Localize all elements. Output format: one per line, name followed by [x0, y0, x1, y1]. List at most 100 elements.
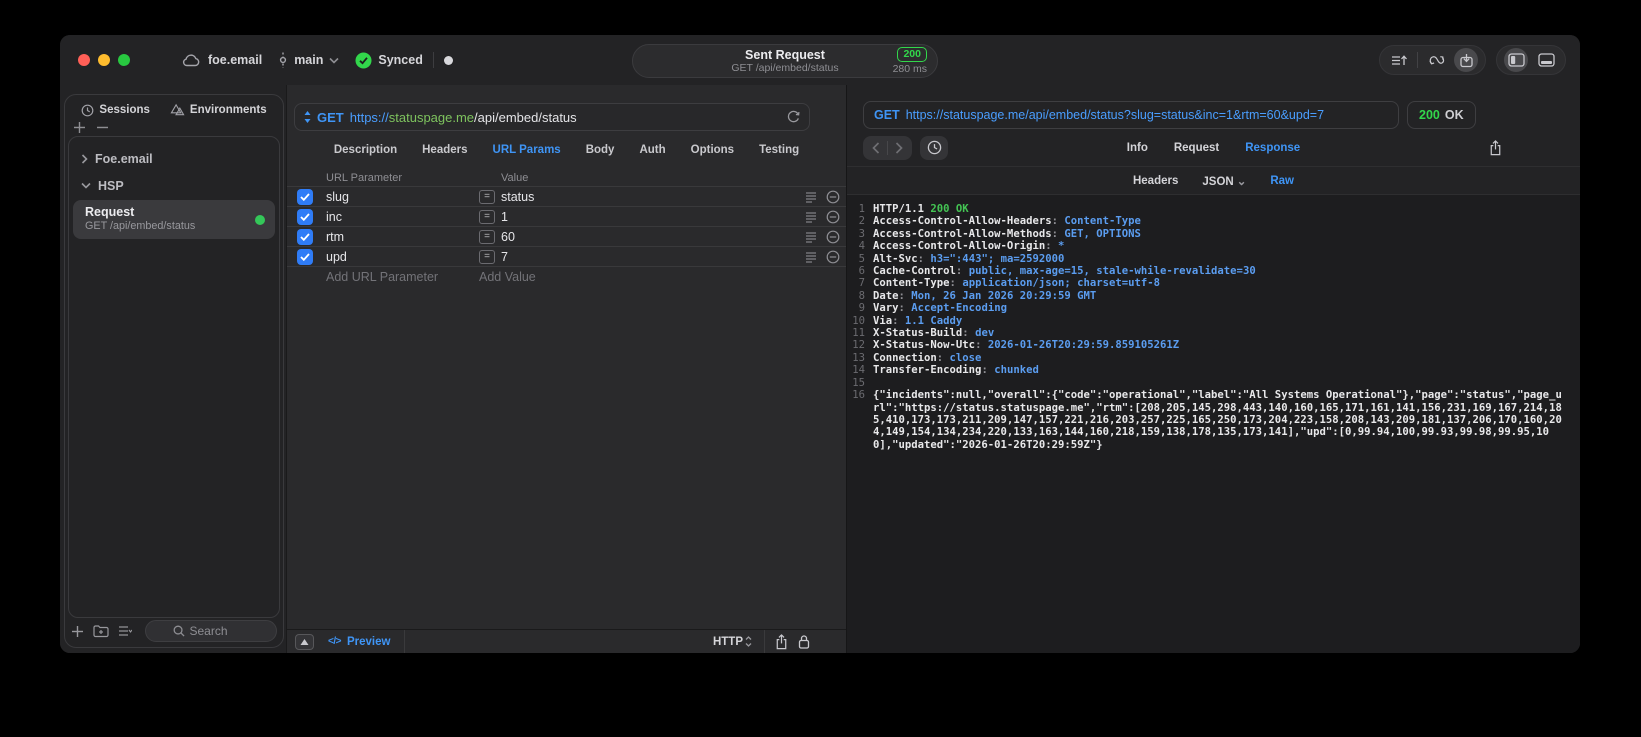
- response-line: 14 Transfer-Encoding: chunked: [847, 364, 1580, 376]
- protocol-label: HTTP: [712, 635, 743, 648]
- close-window-button[interactable]: [78, 54, 90, 66]
- search-icon: [173, 625, 185, 637]
- protocol-selector[interactable]: HTTP: [713, 636, 752, 648]
- tab-sessions-label: Sessions: [99, 104, 150, 116]
- toggle-sidebar-icon[interactable]: [1504, 48, 1528, 72]
- param-description-icon[interactable]: [805, 191, 817, 203]
- method-selector-icon[interactable]: [304, 111, 311, 123]
- panel-toggles-group: [1496, 45, 1566, 75]
- tree-item-hsp[interactable]: HSP: [69, 172, 279, 199]
- response-view-tab[interactable]: Headers: [1133, 175, 1178, 187]
- param-description-icon[interactable]: [805, 231, 817, 243]
- param-row[interactable]: rtm = 60: [287, 227, 846, 247]
- param-value[interactable]: status: [501, 190, 534, 204]
- response-raw-view[interactable]: 1 HTTP/1.1 200 OK 2 Access-Control-Allow…: [847, 195, 1580, 653]
- minimize-window-button[interactable]: [98, 54, 110, 66]
- tab-sessions[interactable]: Sessions: [81, 104, 150, 117]
- branch-selector[interactable]: main: [278, 51, 339, 69]
- tree-item-foe-email[interactable]: Foe.email: [69, 145, 279, 172]
- status-code-badge: 200: [897, 47, 927, 62]
- commit-lines-icon[interactable]: [1387, 48, 1411, 72]
- request-method[interactable]: GET: [317, 110, 344, 125]
- sort-list-icon[interactable]: [118, 625, 132, 637]
- request-tab[interactable]: Options: [691, 144, 734, 156]
- search-input[interactable]: [189, 624, 250, 638]
- response-nav-row: Info Request Response: [847, 129, 1580, 167]
- request-tab[interactable]: Body: [586, 144, 615, 156]
- import-request-icon[interactable]: [1454, 48, 1478, 72]
- request-summary-path: GET /api/embed/status: [731, 62, 839, 74]
- value-type-icon[interactable]: =: [479, 229, 495, 244]
- response-line: 6 Cache-Control: public, max-age=15, sta…: [847, 265, 1580, 277]
- request-tab[interactable]: Auth: [639, 144, 665, 156]
- remove-param-icon[interactable]: [826, 210, 840, 224]
- value-type-icon[interactable]: =: [479, 209, 495, 224]
- request-url[interactable]: https://statuspage.me/api/embed/status: [350, 110, 577, 125]
- param-value[interactable]: 7: [501, 250, 508, 264]
- add-param-placeholder[interactable]: Add URL Parameter: [326, 270, 438, 284]
- response-tab[interactable]: Info: [1127, 142, 1148, 154]
- zoom-window-button[interactable]: [118, 54, 130, 66]
- url-path: /api/embed/status: [474, 109, 577, 125]
- request-list-item-selected[interactable]: Request GET /api/embed/status: [73, 200, 275, 239]
- expand-panel-button[interactable]: [295, 633, 314, 650]
- request-tab[interactable]: Description: [334, 144, 397, 156]
- param-enabled-checkbox[interactable]: [297, 188, 313, 205]
- search-box[interactable]: [145, 620, 277, 642]
- request-tab[interactable]: Testing: [759, 144, 799, 156]
- remove-param-icon[interactable]: [826, 250, 840, 264]
- response-body-line: 16 {"incidents":null,"overall":{"code":"…: [847, 389, 1580, 451]
- param-name[interactable]: rtm: [326, 230, 344, 244]
- param-value[interactable]: 60: [501, 230, 515, 244]
- add-param-row[interactable]: Add URL Parameter Add Value: [287, 267, 846, 287]
- response-line: 7 Content-Type: application/json; charse…: [847, 277, 1580, 289]
- response-line: 8 Date: Mon, 26 Jan 2026 20:29:59 GMT: [847, 290, 1580, 302]
- share-icon[interactable]: [775, 633, 788, 650]
- param-description-icon[interactable]: [805, 211, 817, 223]
- line-number: 12: [852, 339, 865, 352]
- response-tab[interactable]: Response: [1245, 142, 1300, 154]
- request-duration: 280 ms: [892, 63, 927, 75]
- preview-button[interactable]: </> Preview: [328, 636, 390, 648]
- response-tab[interactable]: Request: [1174, 142, 1219, 154]
- add-value-placeholder[interactable]: Add Value: [479, 270, 536, 284]
- sync-arrows-icon[interactable]: [1424, 48, 1448, 72]
- request-tab[interactable]: Headers: [422, 144, 467, 156]
- resend-request-icon[interactable]: [787, 110, 800, 124]
- add-session-icon[interactable]: [73, 121, 86, 134]
- add-icon[interactable]: [71, 625, 84, 638]
- response-view-tab[interactable]: JSON: [1202, 174, 1246, 188]
- sent-request-url-box[interactable]: GET https://statuspage.me/api/embed/stat…: [863, 101, 1399, 129]
- response-view-tab[interactable]: Raw: [1270, 175, 1294, 187]
- param-name[interactable]: inc: [326, 210, 342, 224]
- request-tab[interactable]: URL Params: [493, 144, 561, 156]
- param-value[interactable]: 1: [501, 210, 508, 224]
- lock-icon[interactable]: [798, 634, 810, 649]
- toggle-bottom-panel-icon[interactable]: [1534, 48, 1558, 72]
- remove-param-icon[interactable]: [826, 190, 840, 204]
- tab-environments[interactable]: Environments: [170, 103, 267, 117]
- param-enabled-checkbox[interactable]: [297, 228, 313, 245]
- new-folder-icon[interactable]: [93, 624, 109, 638]
- param-enabled-checkbox[interactable]: [297, 208, 313, 225]
- param-row[interactable]: inc = 1: [287, 207, 846, 227]
- param-description-icon[interactable]: [805, 251, 817, 263]
- param-enabled-checkbox[interactable]: [297, 248, 313, 265]
- response-line: 9 Vary: Accept-Encoding: [847, 302, 1580, 314]
- remove-session-icon[interactable]: [96, 121, 109, 134]
- tree-item-label: Foe.email: [95, 151, 153, 166]
- remove-param-icon[interactable]: [826, 230, 840, 244]
- value-type-icon[interactable]: =: [479, 249, 495, 264]
- param-name[interactable]: upd: [326, 250, 347, 264]
- param-name[interactable]: slug: [326, 190, 349, 204]
- value-type-icon[interactable]: =: [479, 189, 495, 204]
- param-row[interactable]: upd = 7: [287, 247, 846, 267]
- request-url-bar[interactable]: GET https://statuspage.me/api/embed/stat…: [294, 103, 810, 131]
- export-response-icon[interactable]: [1489, 139, 1502, 156]
- project-name: foe.email: [208, 53, 263, 67]
- param-row[interactable]: slug = status: [287, 187, 846, 207]
- request-summary-capsule[interactable]: Sent Request GET /api/embed/status 200 2…: [632, 44, 938, 78]
- sidebar: Sessions Environments Foe.email HSP Requ…: [60, 85, 286, 653]
- project-selector[interactable]: foe.email: [182, 53, 262, 67]
- response-header-lines: 1 HTTP/1.1 200 OK 2 Access-Control-Allow…: [847, 203, 1580, 389]
